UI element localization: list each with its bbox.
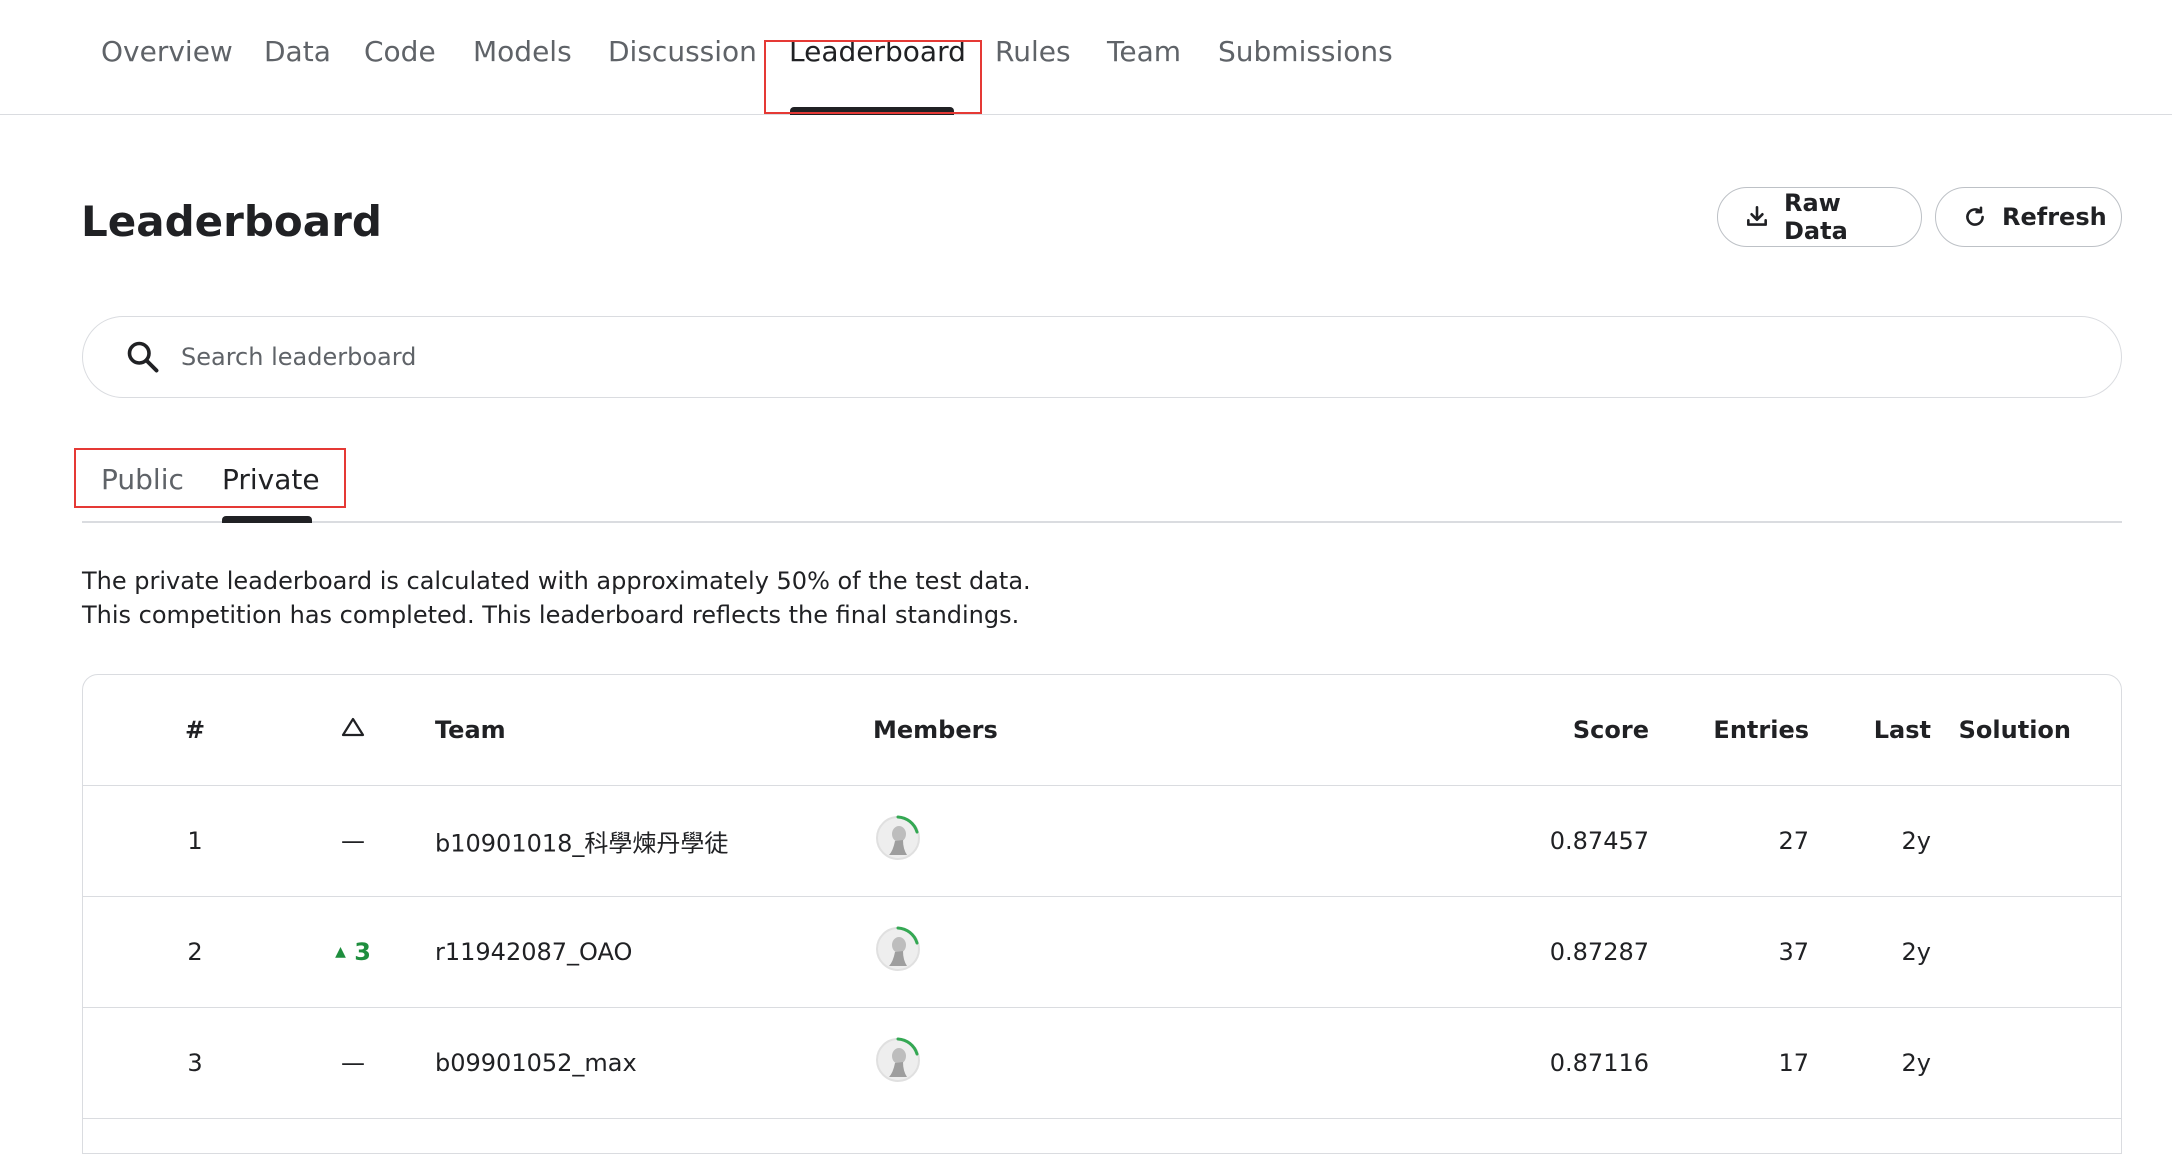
header-entries[interactable]: Entries [1713, 716, 1809, 744]
refresh-icon [1966, 206, 1984, 226]
header-team[interactable]: Team [435, 716, 506, 744]
tab-rules[interactable]: Rules [995, 30, 1071, 74]
subtabs-divider [82, 521, 2122, 523]
row-delta-value: 3 [354, 938, 371, 966]
active-subtab-indicator [222, 516, 312, 523]
row-score: 0.87116 [1549, 1049, 1649, 1077]
row-rank: 1 [187, 827, 203, 855]
header-solution: Solution [1958, 716, 2071, 744]
row-entries: 27 [1778, 827, 1809, 855]
row-score: 0.87287 [1549, 938, 1649, 966]
refresh-button[interactable]: Refresh [1935, 187, 2122, 247]
tab-models[interactable]: Models [473, 30, 572, 74]
row-last: 2y [1901, 938, 1931, 966]
row-delta: ▲ 3 [323, 938, 383, 966]
competition-tab-bar: Overview Data Code Models Discussion Lea… [0, 0, 2172, 115]
header-rank[interactable]: # [165, 716, 225, 744]
row-rank: 3 [187, 1049, 203, 1077]
leaderboard-search[interactable] [82, 316, 2122, 398]
tab-data[interactable]: Data [264, 30, 331, 74]
member-avatar[interactable] [873, 924, 923, 980]
rank-up-icon: ▲ [335, 944, 346, 960]
leaderboard-tab-highlight [764, 40, 982, 114]
tab-submissions[interactable]: Submissions [1218, 30, 1393, 74]
completed-info-text: This competition has completed. This lea… [82, 601, 1020, 629]
raw-data-label: Raw Data [1784, 189, 1848, 245]
row-entries: 37 [1778, 938, 1809, 966]
search-icon [127, 341, 159, 373]
member-avatar[interactable] [873, 813, 923, 869]
private-info-text: The private leaderboard is calculated wi… [82, 567, 1031, 595]
tab-code[interactable]: Code [364, 30, 436, 74]
member-avatar[interactable] [873, 1035, 923, 1091]
row-last: 2y [1901, 827, 1931, 855]
header-last[interactable]: Last [1874, 716, 1931, 744]
row-delta: — [341, 827, 365, 855]
refresh-label: Refresh [2002, 203, 2107, 231]
row-entries: 17 [1778, 1049, 1809, 1077]
leaderboard-table: # Team Members Score Entries Last Soluti… [82, 674, 2122, 1154]
page-title: Leaderboard [81, 197, 382, 246]
table-row[interactable]: 2 ▲ 3 r11942087_OAO 0.87287 37 2y [83, 897, 2121, 1008]
header-members: Members [873, 716, 998, 744]
row-team[interactable]: b10901018_科學煉丹學徒 [435, 824, 728, 859]
row-last: 2y [1901, 1049, 1931, 1077]
row-rank: 2 [187, 938, 203, 966]
search-input[interactable] [179, 342, 1983, 372]
tab-discussion[interactable]: Discussion [608, 30, 757, 74]
table-row[interactable]: 3 — b09901052_max 0.87116 17 2y [83, 1008, 2121, 1119]
row-team[interactable]: b09901052_max [435, 1049, 637, 1077]
raw-data-button[interactable]: Raw Data [1717, 187, 1922, 247]
tab-team[interactable]: Team [1107, 30, 1181, 74]
tab-overview[interactable]: Overview [101, 30, 233, 74]
download-icon [1747, 205, 1767, 226]
subtabs-highlight [74, 448, 346, 508]
table-row[interactable]: 1 — b10901018_科學煉丹學徒 0.87457 27 2y [83, 786, 2121, 897]
header-score[interactable]: Score [1573, 716, 1649, 744]
row-score: 0.87457 [1549, 827, 1649, 855]
table-header: # Team Members Score Entries Last Soluti… [83, 675, 2121, 786]
row-delta: — [341, 1049, 365, 1077]
delta-icon[interactable] [323, 716, 383, 744]
row-team[interactable]: r11942087_OAO [435, 938, 632, 966]
